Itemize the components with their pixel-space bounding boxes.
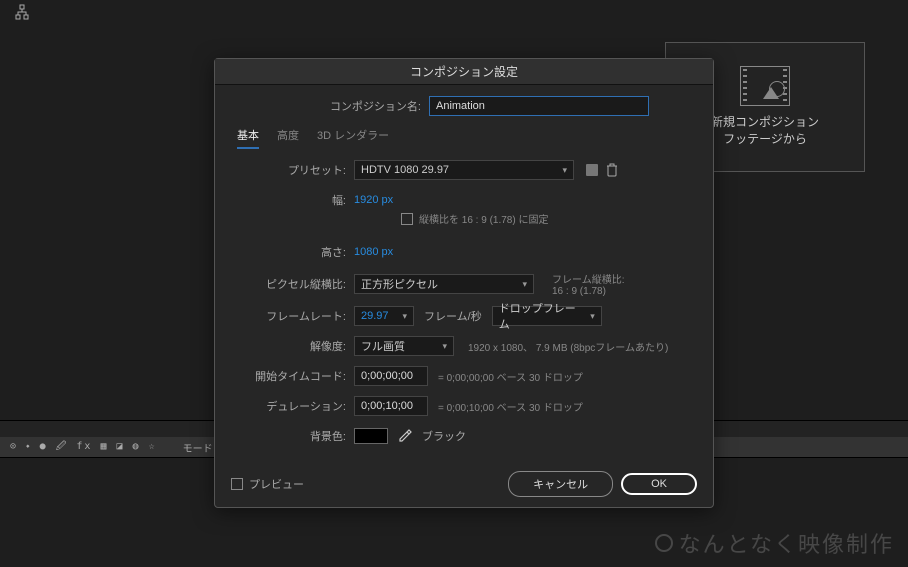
comp-name-input[interactable]	[429, 96, 649, 116]
composition-settings-dialog: コンポジション設定 コンポジション名: 基本 高度 3D レンダラー プリセット…	[214, 58, 714, 508]
watermark: なんとなく映像制作	[655, 527, 894, 559]
bgcolor-label: 背景色:	[251, 428, 346, 444]
bgcolor-swatch[interactable]	[354, 428, 388, 444]
duration-info: = 0;00;10;00 ベース 30 ドロップ	[438, 399, 583, 414]
trash-icon[interactable]	[604, 162, 620, 178]
new-comp-label: 新規コンポジションフッテージから	[711, 114, 819, 148]
chevron-down-icon: ▾	[522, 279, 527, 290]
start-tc-info: = 0;00;00;00 ベース 30 ドロップ	[438, 369, 583, 384]
comp-name-label: コンポジション名:	[231, 98, 421, 114]
timeline-switch-icons: ⊙ ⬩ ● 🖉 fx ▦ ◪ ◍ ☆	[10, 439, 157, 456]
fps-select[interactable]: 29.97▾	[354, 306, 414, 326]
width-label: 幅:	[251, 192, 346, 208]
tabs: 基本 高度 3D レンダラー	[237, 127, 697, 149]
fps-label: フレームレート:	[251, 308, 346, 324]
pixel-aspect-select[interactable]: 正方形ピクセル▾	[354, 274, 534, 294]
chevron-down-icon: ▾	[402, 311, 407, 322]
chevron-down-icon: ▾	[442, 341, 447, 352]
resolution-select[interactable]: フル画質▾	[354, 336, 454, 356]
preset-label: プリセット:	[251, 162, 346, 178]
width-value[interactable]: 1920 px	[354, 194, 393, 206]
start-tc-label: 開始タイムコード:	[251, 368, 346, 384]
duration-input[interactable]	[354, 396, 428, 416]
chevron-down-icon: ▾	[562, 165, 567, 176]
chevron-down-icon: ▾	[590, 311, 595, 322]
aperture-icon	[655, 534, 673, 552]
preview-label: プレビュー	[249, 476, 304, 492]
tab-advanced[interactable]: 高度	[277, 127, 299, 149]
col-mode[interactable]: モード	[183, 440, 213, 455]
height-label: 高さ:	[251, 244, 346, 260]
lock-aspect-label: 縦横比を 16 : 9 (1.78) に固定	[419, 211, 548, 226]
project-panel	[0, 40, 184, 440]
resolution-label: 解像度:	[251, 338, 346, 354]
org-chart-icon[interactable]	[10, 0, 34, 24]
pixel-aspect-label: ピクセル縦横比:	[251, 276, 346, 292]
ok-button[interactable]: OK	[621, 473, 697, 495]
start-tc-input[interactable]	[354, 366, 428, 386]
resolution-info: 1920 x 1080、 7.9 MB (8bpcフレームあたり)	[468, 339, 668, 354]
drop-frame-select[interactable]: ドロップフレーム▾	[492, 306, 602, 326]
lock-aspect-checkbox[interactable]	[401, 213, 413, 225]
duration-label: デュレーション:	[251, 398, 346, 414]
save-preset-icon[interactable]	[584, 162, 600, 178]
tab-3d-renderer[interactable]: 3D レンダラー	[317, 127, 389, 149]
cancel-button[interactable]: キャンセル	[508, 471, 613, 497]
frame-aspect-info: フレーム縦横比:16 : 9 (1.78)	[552, 271, 624, 297]
preview-checkbox[interactable]	[231, 478, 243, 490]
tab-basic[interactable]: 基本	[237, 127, 259, 149]
height-value[interactable]: 1080 px	[354, 246, 393, 258]
preset-select[interactable]: HDTV 1080 29.97▾	[354, 160, 574, 180]
bgcolor-name: ブラック	[422, 428, 466, 444]
fps-unit-label: フレーム/秒	[424, 308, 482, 324]
dialog-title: コンポジション設定	[215, 59, 713, 85]
eyedropper-icon[interactable]	[398, 429, 412, 443]
